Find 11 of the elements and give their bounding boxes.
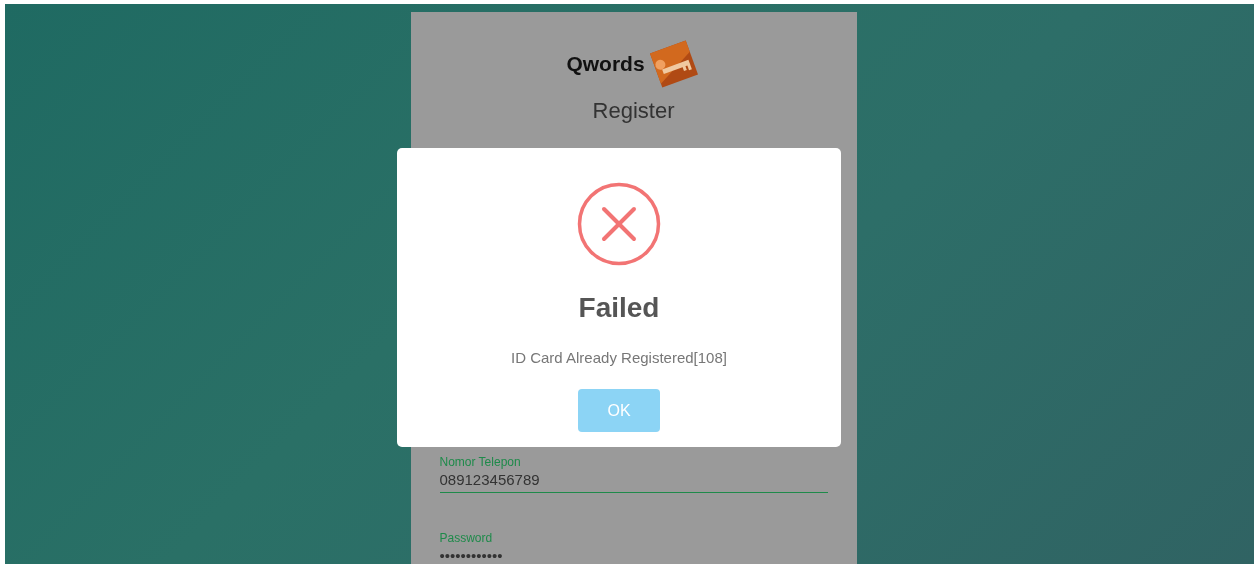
- dialog-message: ID Card Already Registered[108]: [511, 349, 727, 366]
- page-title: Register: [592, 98, 675, 124]
- error-icon: [577, 182, 661, 266]
- field-label: Password: [439, 531, 494, 545]
- text-field[interactable]: Nomor Telepon 089123456789: [439, 455, 828, 493]
- field-label: Nomor Telepon: [439, 455, 522, 469]
- field-value: 089123456789: [439, 471, 541, 488]
- brand-name: Qwords: [566, 52, 645, 76]
- field-value: ••••••••••••: [439, 547, 504, 564]
- text-field[interactable]: Password ••••••••••••: [439, 531, 828, 564]
- dialog-title: Failed: [578, 292, 660, 324]
